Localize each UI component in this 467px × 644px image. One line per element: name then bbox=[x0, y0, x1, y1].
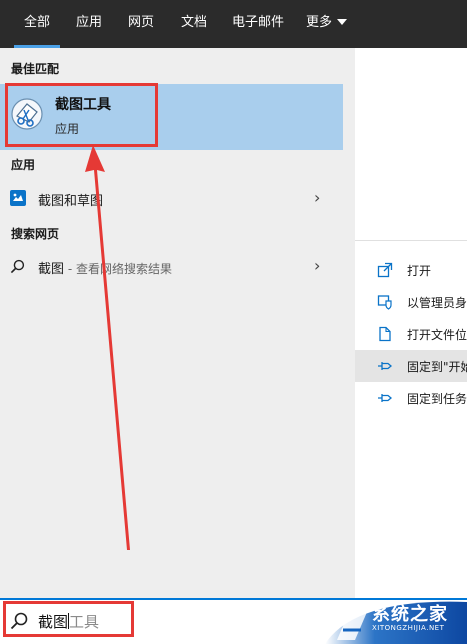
annotation-arrow bbox=[85, 145, 130, 550]
